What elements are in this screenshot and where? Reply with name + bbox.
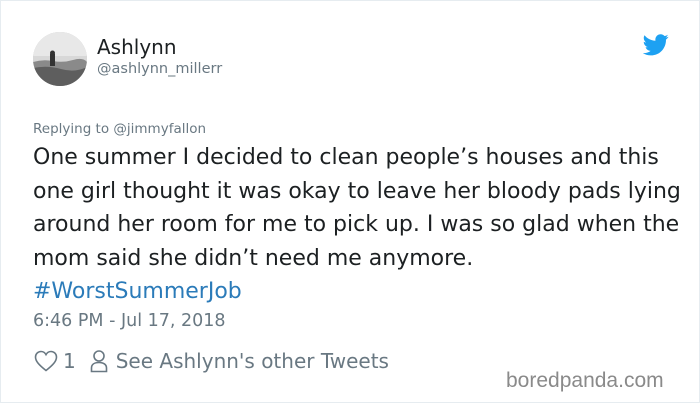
tweet-card: Ashlynn @ashlynn_millerr Replying to @ji… <box>0 0 700 403</box>
reply-context: Replying to @jimmyfallon <box>33 121 206 137</box>
author-handle[interactable]: @ashlynn_millerr <box>97 61 222 77</box>
hashtag-link[interactable]: #WorstSummerJob <box>33 279 242 304</box>
reply-mention-link[interactable]: @jimmyfallon <box>113 121 206 137</box>
watermark: boredpanda.com <box>506 369 664 392</box>
tweet-timestamp[interactable]: 6:46 PM - Jul 17, 2018 <box>33 311 226 331</box>
tweet-body: One summer I decided to clean people’s h… <box>33 145 681 271</box>
person-icon <box>90 350 108 373</box>
author-name[interactable]: Ashlynn <box>97 35 177 59</box>
reply-prefix: Replying to <box>33 121 114 137</box>
like-count[interactable]: 1 <box>63 349 76 373</box>
tweet-text: One summer I decided to clean people’s h… <box>33 141 683 309</box>
heart-icon[interactable] <box>34 350 58 372</box>
see-other-tweets-link[interactable]: See Ashlynn's other Tweets <box>116 349 389 373</box>
tweet-actions: 1 See Ashlynn's other Tweets <box>34 346 389 376</box>
avatar[interactable] <box>33 32 87 86</box>
twitter-bird-icon[interactable] <box>643 34 669 56</box>
